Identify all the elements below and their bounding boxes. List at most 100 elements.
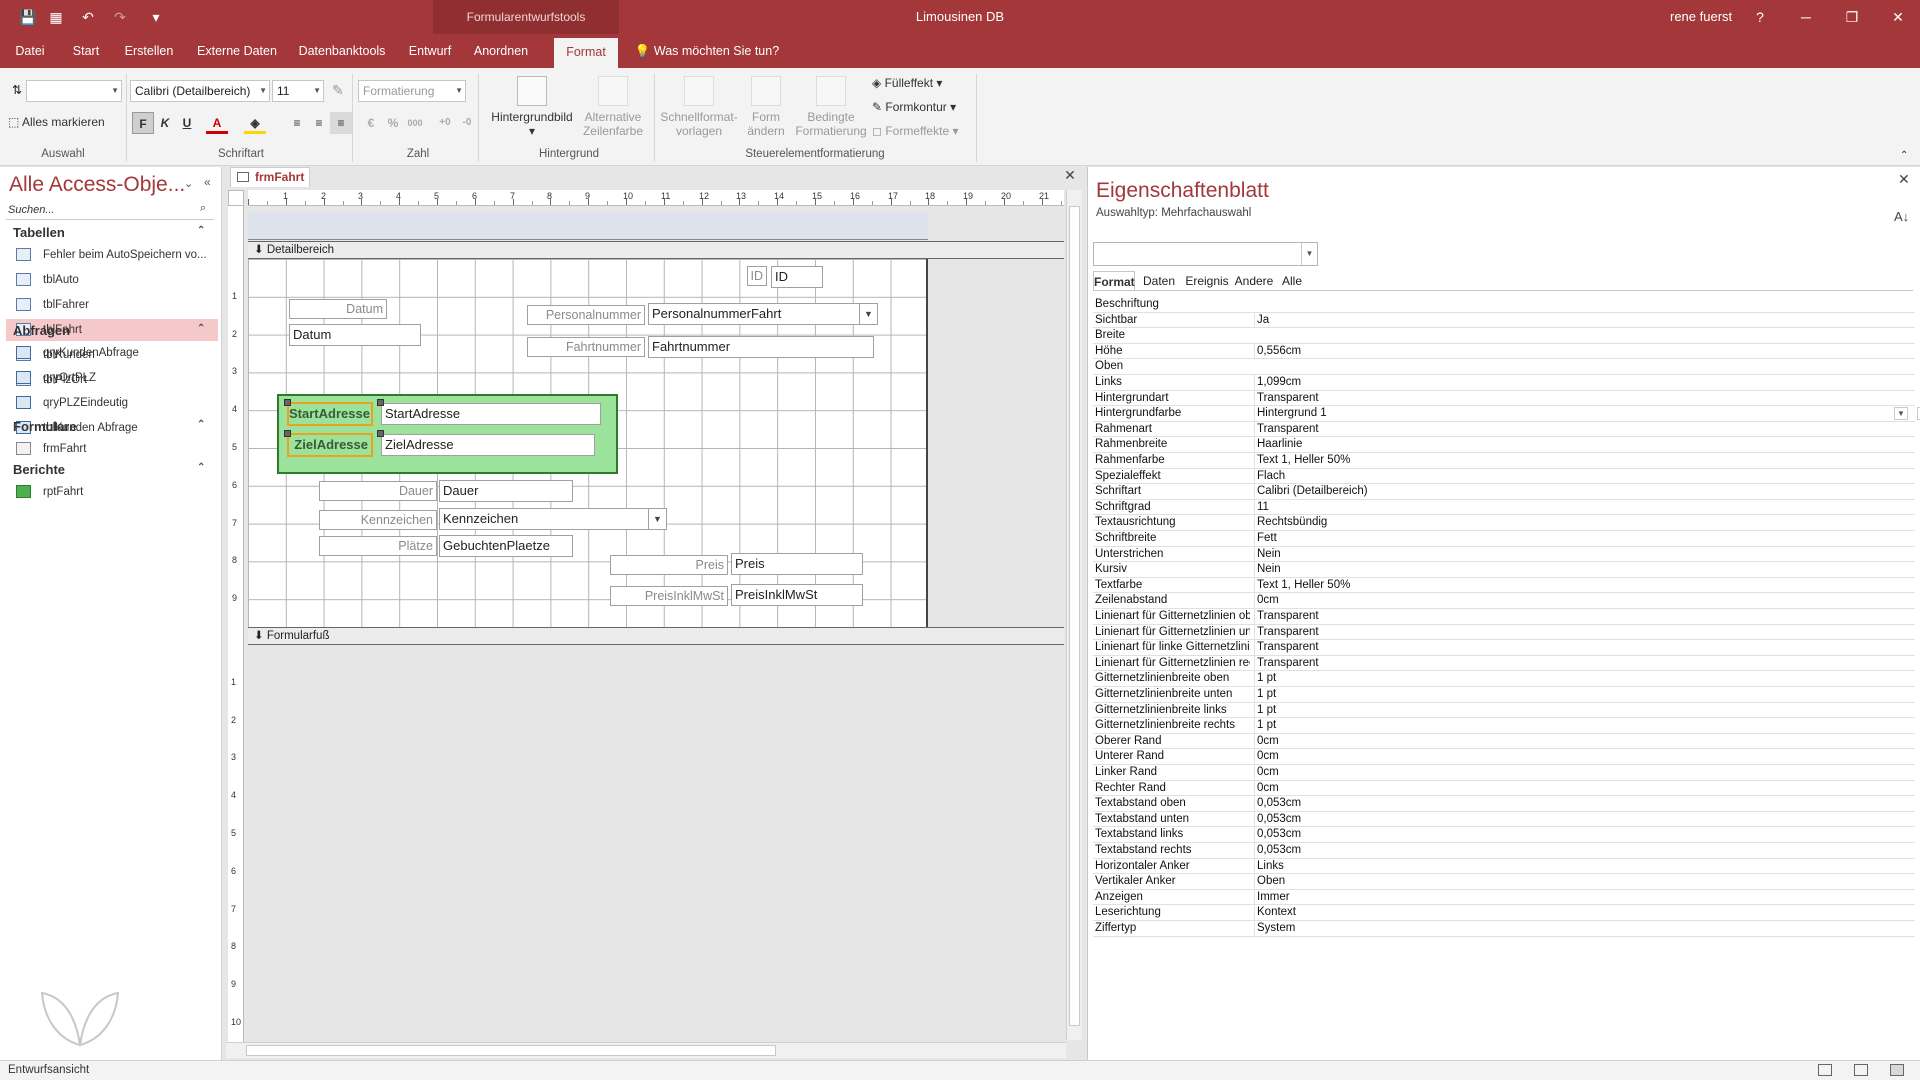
property-value[interactable]: Nein: [1254, 562, 1910, 578]
personalnummer-label[interactable]: Personalnummer: [527, 305, 645, 325]
property-row[interactable]: Textfarbe Text 1, Heller 50%: [1093, 577, 1915, 594]
property-value[interactable]: Immer: [1254, 889, 1910, 905]
collapse-section-icon[interactable]: ⌃: [197, 419, 205, 430]
close-property-sheet-icon[interactable]: ✕: [1898, 171, 1910, 188]
preisinklmwst-label[interactable]: PreisInklMwSt: [610, 586, 728, 606]
layout-view-icon[interactable]: [1854, 1064, 1868, 1076]
property-row[interactable]: Unterstrichen Nein: [1093, 546, 1915, 563]
collapse-section-icon[interactable]: ⌃: [197, 323, 205, 334]
property-row[interactable]: Horizontaler Anker Links: [1093, 858, 1915, 875]
property-value[interactable]: 0,053cm: [1254, 796, 1910, 812]
nav-menu-icon[interactable]: ⌄: [184, 177, 193, 190]
property-value[interactable]: Flach: [1254, 468, 1910, 484]
preis-label[interactable]: Preis: [610, 555, 728, 575]
help-button[interactable]: ?: [1740, 0, 1780, 34]
shape-outline-button[interactable]: ✎ Formkontur ▾: [872, 100, 956, 114]
tab-datei[interactable]: Datei: [8, 34, 52, 68]
property-row[interactable]: Linienart für Gitternetzlinien rechts Tra…: [1093, 655, 1915, 672]
nav-title[interactable]: Alle Access-Obje...: [9, 173, 185, 197]
property-value[interactable]: Transparent: [1254, 421, 1910, 437]
property-row[interactable]: Zeilenabstand 0cm: [1093, 593, 1915, 609]
property-value[interactable]: Oben: [1254, 874, 1910, 890]
quick-styles-button[interactable]: Schnellformat-vorlagen: [658, 76, 740, 138]
property-value[interactable]: Transparent: [1254, 609, 1910, 624]
nav-item-rptfahrt[interactable]: rptFahrt: [6, 481, 218, 503]
property-row[interactable]: Rechter Rand 0cm: [1093, 780, 1915, 797]
property-value[interactable]: 1,099cm: [1254, 375, 1910, 390]
selected-control-group[interactable]: StartAdresse ZielAdresse StartAdresse Zi…: [277, 394, 618, 474]
property-row[interactable]: Oberer Rand 0cm: [1093, 733, 1915, 750]
nav-search-input[interactable]: Suchen...: [6, 201, 214, 220]
property-value[interactable]: Links: [1254, 858, 1910, 874]
property-value[interactable]: 1 pt: [1254, 671, 1910, 687]
document-tab-frmfahrt[interactable]: frmFahrt: [230, 167, 310, 187]
preis-textbox[interactable]: Preis: [731, 553, 863, 575]
property-value[interactable]: Text 1, Heller 50%: [1254, 453, 1910, 468]
property-value[interactable]: Hintergrund 1 ▼: [1254, 406, 1910, 422]
property-value[interactable]: 1 pt: [1254, 718, 1910, 734]
property-row[interactable]: Gitternetzlinienbreite links 1 pt: [1093, 702, 1915, 719]
dauer-textbox[interactable]: Dauer: [439, 480, 573, 502]
form-footer-section[interactable]: [248, 645, 1064, 1046]
select-all-button[interactable]: ⬚ Alles markieren: [8, 115, 105, 129]
bold-button[interactable]: F: [132, 112, 154, 134]
property-row[interactable]: Links 1,099cm: [1093, 375, 1915, 391]
property-row[interactable]: Beschriftung: [1093, 297, 1915, 313]
property-row[interactable]: HintergrundfarbeHintergrund 1▼…: [1093, 406, 1920, 422]
format-painter-icon[interactable]: ✎: [332, 82, 344, 99]
property-tab-andere[interactable]: Andere: [1233, 271, 1275, 291]
property-row[interactable]: Sichtbar Ja: [1093, 312, 1915, 329]
fahrtnummer-textbox[interactable]: Fahrtnummer: [648, 336, 874, 358]
minimize-button[interactable]: ─: [1786, 0, 1826, 34]
property-value[interactable]: 0,053cm: [1254, 811, 1910, 827]
property-row[interactable]: Textausrichtung Rechtsbündig: [1093, 515, 1915, 531]
dropdown-arrow-icon[interactable]: ▼: [648, 509, 666, 529]
user-name[interactable]: rene fuerst: [1670, 9, 1732, 24]
datum-textbox[interactable]: Datum: [289, 324, 421, 346]
property-row[interactable]: Oben: [1093, 359, 1915, 375]
property-value[interactable]: 0,053cm: [1254, 843, 1910, 858]
fill-color-icon[interactable]: ◈: [244, 112, 266, 134]
restore-button[interactable]: ❐: [1832, 0, 1872, 34]
property-row[interactable]: Rahmenart Transparent: [1093, 421, 1915, 438]
property-row[interactable]: Linker Rand 0cm: [1093, 765, 1915, 781]
property-value[interactable]: 11: [1254, 499, 1910, 515]
shape-effects-button[interactable]: ◻ Formeffekte ▾: [872, 124, 959, 138]
property-row[interactable]: Schriftgrad 11: [1093, 499, 1915, 516]
redo-icon[interactable]: ↷: [108, 5, 132, 29]
object-selector-combo[interactable]: ▼: [26, 80, 122, 102]
increase-decimals-icon[interactable]: +0: [434, 112, 456, 134]
font-name-combo[interactable]: Calibri (Detailbereich) ▼: [130, 80, 270, 102]
preisinklmwst-textbox[interactable]: PreisInklMwSt: [731, 584, 863, 606]
property-row[interactable]: Vertikaler Anker Oben: [1093, 874, 1915, 890]
dauer-label[interactable]: Dauer: [319, 481, 437, 501]
property-value[interactable]: Calibri (Detailbereich): [1254, 484, 1910, 500]
property-row[interactable]: Gitternetzlinienbreite oben 1 pt: [1093, 671, 1915, 687]
property-value[interactable]: 0cm: [1254, 749, 1910, 765]
property-row[interactable]: Linienart für Gitternetzlinien oben Trans…: [1093, 609, 1915, 625]
property-row[interactable]: Textabstand oben 0,053cm: [1093, 796, 1915, 812]
property-value[interactable]: Rechtsbündig: [1254, 515, 1910, 531]
property-value[interactable]: Transparent: [1254, 624, 1910, 640]
property-row[interactable]: Rahmenbreite Haarlinie: [1093, 437, 1915, 453]
dropdown-arrow-icon[interactable]: ▼: [859, 304, 877, 324]
property-value[interactable]: 1 pt: [1254, 687, 1910, 702]
property-row[interactable]: Textabstand unten 0,053cm: [1093, 811, 1915, 828]
collapse-ribbon-icon[interactable]: ⌃: [1900, 150, 1908, 161]
nav-section-abfragen[interactable]: Abfragen ⌃: [13, 323, 205, 338]
property-value[interactable]: Transparent: [1254, 640, 1910, 656]
form-view-icon[interactable]: ▦: [44, 5, 68, 29]
italic-button[interactable]: K: [154, 112, 176, 134]
tab-start[interactable]: Start: [64, 34, 108, 68]
shape-fill-button[interactable]: ◈ Fülleffekt ▾: [872, 76, 942, 90]
tab-entwurf[interactable]: Entwurf: [404, 34, 456, 68]
nav-item-fehler-beim-autospeichern-vo-[interactable]: Fehler beim AutoSpeichern vo...: [6, 244, 218, 266]
property-value[interactable]: 0,053cm: [1254, 827, 1910, 843]
alternate-row-color-button[interactable]: Alternative Zeilenfarbe: [578, 76, 648, 138]
kennzeichen-label[interactable]: Kennzeichen: [319, 510, 437, 530]
move-handle[interactable]: [377, 399, 384, 406]
collapse-section-icon[interactable]: ⌃: [197, 225, 205, 236]
property-value[interactable]: 1 pt: [1254, 702, 1910, 718]
startadresse-label[interactable]: StartAdresse: [287, 402, 373, 426]
property-tab-daten[interactable]: Daten: [1138, 271, 1180, 291]
